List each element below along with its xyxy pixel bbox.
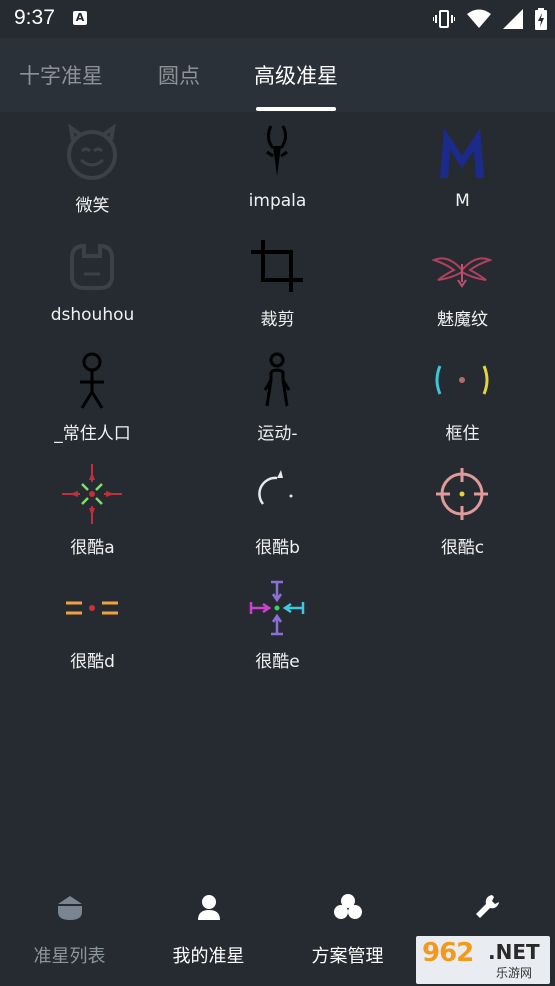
watermark-logo: 962 .NET 乐游网 (416, 936, 550, 984)
item-label: 很酷c (440, 538, 485, 558)
battery-charging-icon (535, 8, 547, 30)
item-label: 框住 (445, 424, 480, 444)
watermark-sub: 乐游网 (496, 966, 533, 980)
tab-indicator (256, 107, 336, 111)
grid-item-cool-e[interactable]: 很酷e (185, 568, 370, 682)
nav-label: 我的准星 (172, 946, 245, 967)
grid-item-resident[interactable]: _常住人口 (0, 340, 185, 454)
blue-m-letter-icon (440, 128, 484, 178)
grid-item-cool-d[interactable]: 很酷d (0, 568, 185, 682)
status-bar: 9:37 A (0, 0, 555, 38)
item-label: 微笑 (75, 196, 110, 216)
wrench-icon (476, 895, 499, 918)
watermark-suffix: .NET (488, 940, 540, 964)
nav-crosshair-list[interactable]: 准星列表 (0, 880, 139, 986)
item-label: 很酷a (70, 538, 115, 558)
item-label: 魅魔纹 (437, 310, 488, 330)
cluster-icon (334, 894, 362, 919)
user-icon (198, 895, 220, 920)
nav-plan-management[interactable]: 方案管理 (278, 880, 417, 986)
tab-cross-crosshair[interactable]: 十字准星 (19, 60, 103, 90)
impala-antelope-icon (266, 125, 288, 176)
bracket-frame-icon (435, 365, 489, 395)
tab-dot[interactable]: 圆点 (158, 60, 200, 90)
status-time: 9:37 (14, 6, 55, 29)
crop-icon (251, 240, 303, 292)
succubus-tattoo-icon (432, 257, 492, 288)
watermark-number: 962 (422, 938, 474, 968)
item-label: 运动- (257, 424, 298, 444)
item-label: 很酷d (70, 652, 115, 672)
status-icons (433, 8, 547, 30)
grid-item-dshouhou[interactable]: dshouhou (0, 226, 185, 340)
grid-item-succubus[interactable]: 魅魔纹 (370, 226, 555, 340)
notification-a-icon: A (73, 11, 87, 25)
item-label: 裁剪 (260, 310, 295, 330)
crosshair-red-green-icon (62, 464, 122, 524)
item-label: M (455, 191, 470, 211)
crosshair-arc-icon (258, 470, 293, 505)
grid-item-cool-b[interactable]: 很酷b (185, 454, 370, 568)
item-label: dshouhou (50, 305, 135, 325)
nav-label: 准星列表 (33, 946, 106, 967)
stick-figure-icon (80, 352, 104, 409)
item-label: _常住人口 (54, 424, 131, 444)
crosshair-dashes-orange-icon (66, 601, 118, 615)
grid-item-cool-a[interactable]: 很酷a (0, 454, 185, 568)
crosshair-circle-pink-icon (436, 468, 488, 520)
tab-bar: 十字准星 圆点 高级准星 (0, 38, 555, 112)
signal-icon (503, 9, 523, 29)
wifi-icon (467, 9, 491, 28)
smiley-devil-icon (67, 123, 117, 180)
nav-label: 方案管理 (311, 946, 384, 967)
grid-item-m[interactable]: M (370, 112, 555, 226)
vibrate-icon (433, 10, 455, 28)
grid-item-cool-c[interactable]: 很酷c (370, 454, 555, 568)
tab-advanced-crosshair[interactable]: 高级准星 (254, 60, 338, 90)
grid-item-smile[interactable]: 微笑 (0, 112, 185, 226)
nav-my-crosshair[interactable]: 我的准星 (139, 880, 278, 986)
item-label: 很酷b (255, 538, 300, 558)
grid-item-frame[interactable]: 框住 (370, 340, 555, 454)
grid-item-sport[interactable]: 运动- (185, 340, 370, 454)
grid-item-crop[interactable]: 裁剪 (185, 226, 370, 340)
item-label: impala (248, 191, 307, 211)
running-figure-icon (263, 352, 291, 407)
item-label: 很酷e (255, 652, 300, 672)
crosshair-list-icon (58, 896, 82, 920)
grid-item-impala[interactable]: impala (185, 112, 370, 226)
crosshair-arrows-color-icon (249, 580, 305, 636)
robot-face-icon (70, 243, 114, 290)
